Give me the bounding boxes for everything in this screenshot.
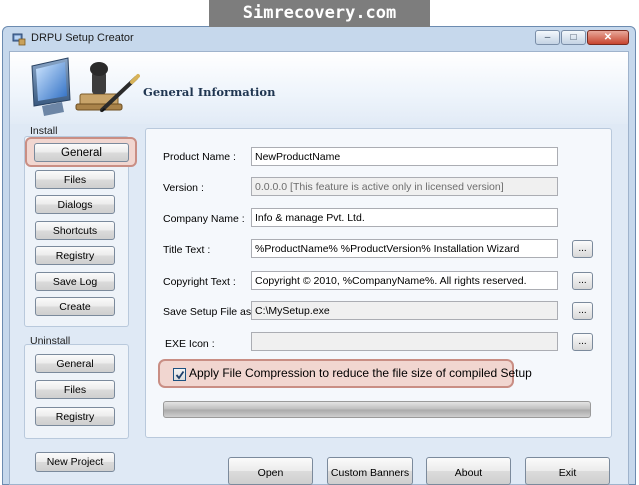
app-icon: [12, 33, 26, 46]
site-banner: Simrecovery.com: [209, 0, 430, 27]
open-button[interactable]: Open: [228, 457, 313, 485]
close-button[interactable]: ✕: [587, 30, 629, 45]
version-label: Version :: [163, 182, 204, 194]
window-title: DRPU Setup Creator: [31, 32, 134, 44]
install-group-label: Install: [30, 125, 58, 137]
product-name-input[interactable]: [251, 147, 558, 166]
product-name-label: Product Name :: [163, 151, 236, 163]
exit-button[interactable]: Exit: [525, 457, 610, 485]
new-project-button[interactable]: New Project: [35, 452, 115, 472]
title-text-label: Title Text :: [163, 244, 211, 256]
compression-checkbox[interactable]: [173, 368, 186, 381]
about-button[interactable]: About: [426, 457, 511, 485]
exe-icon-browse-button[interactable]: ...: [572, 333, 593, 351]
custom-banners-button[interactable]: Custom Banners: [327, 457, 413, 485]
save-setup-browse-button[interactable]: ...: [572, 302, 593, 320]
company-name-label: Company Name :: [163, 213, 245, 225]
copyright-text-browse-button[interactable]: ...: [572, 272, 593, 290]
company-name-input[interactable]: [251, 208, 558, 227]
compression-label[interactable]: Apply File Compression to reduce the fil…: [189, 366, 532, 380]
copyright-text-label: Copyright Text :: [163, 276, 236, 288]
uninstall-registry-button[interactable]: Registry: [35, 407, 115, 426]
install-registry-button[interactable]: Registry: [35, 246, 115, 265]
install-files-button[interactable]: Files: [35, 170, 115, 189]
exe-icon-label: EXE Icon :: [165, 338, 215, 350]
install-general-button[interactable]: General: [34, 143, 129, 162]
header-banner: General Information: [10, 52, 628, 124]
window-controls: ‒ □ ✕: [535, 30, 629, 45]
save-setup-label: Save Setup File as :: [163, 306, 257, 318]
title-text-input[interactable]: [251, 239, 558, 258]
uninstall-general-button[interactable]: General: [35, 354, 115, 373]
title-bar[interactable]: DRPU Setup Creator ‒ □ ✕: [3, 27, 635, 51]
minimize-button[interactable]: ‒: [535, 30, 560, 45]
monitor-stamp-pen-icon: [31, 57, 140, 116]
title-text-browse-button[interactable]: ...: [572, 240, 593, 258]
build-progress-bar: [163, 401, 591, 418]
copyright-text-input[interactable]: [251, 271, 558, 290]
version-input[interactable]: [251, 177, 558, 196]
check-icon: [175, 370, 185, 380]
exe-icon-input[interactable]: [251, 332, 558, 351]
page-title: General Information: [143, 85, 276, 99]
uninstall-group-label: Uninstall: [30, 335, 71, 347]
maximize-button[interactable]: □: [561, 30, 586, 45]
save-setup-input[interactable]: [251, 301, 558, 320]
install-create-button[interactable]: Create: [35, 297, 115, 316]
install-save-log-button[interactable]: Save Log: [35, 272, 115, 291]
install-shortcuts-button[interactable]: Shortcuts: [35, 221, 115, 240]
uninstall-files-button[interactable]: Files: [35, 380, 115, 399]
install-dialogs-button[interactable]: Dialogs: [35, 195, 115, 214]
